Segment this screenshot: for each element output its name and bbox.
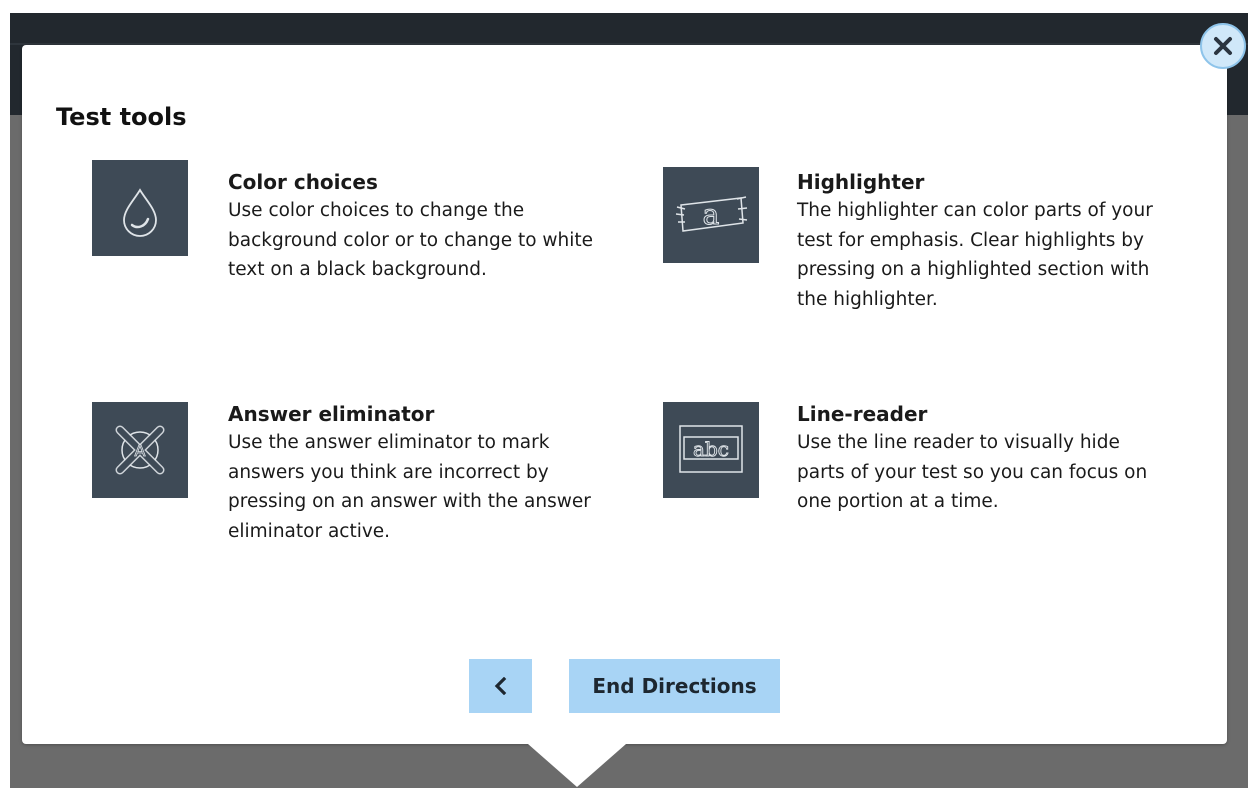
chevron-left-icon bbox=[494, 677, 506, 695]
end-directions-button[interactable]: End Directions bbox=[569, 659, 780, 713]
test-tools-dialog bbox=[22, 45, 1227, 744]
tool-description: Use the line reader to visually hide par… bbox=[797, 432, 1148, 512]
tool-line-reader: Line-reader Use the line reader to visua… bbox=[797, 400, 1167, 517]
highlighter-icon: a bbox=[663, 167, 759, 263]
tool-color-choices: Color choices Use color choices to chang… bbox=[228, 168, 598, 285]
tool-description: Use the answer eliminator to mark answer… bbox=[228, 432, 591, 542]
tool-name: Highlighter bbox=[797, 170, 925, 194]
answer-eliminator-icon: A bbox=[92, 402, 188, 498]
svg-text:abc: abc bbox=[693, 437, 729, 461]
back-button[interactable] bbox=[469, 659, 532, 713]
dialog-title: Test tools bbox=[56, 103, 187, 131]
droplet-icon bbox=[92, 160, 188, 256]
tool-name: Line-reader bbox=[797, 402, 928, 426]
dialog-pointer bbox=[528, 744, 626, 787]
tool-name: Answer eliminator bbox=[228, 402, 435, 426]
tool-description: The highlighter can color parts of your … bbox=[797, 200, 1153, 310]
close-icon bbox=[1214, 37, 1232, 55]
tool-answer-eliminator: Answer eliminator Use the answer elimina… bbox=[228, 400, 598, 546]
svg-text:a: a bbox=[703, 198, 720, 231]
tool-description: Use color choices to change the backgrou… bbox=[228, 200, 594, 280]
tool-highlighter: Highlighter The highlighter can color pa… bbox=[797, 168, 1167, 314]
tool-name: Color choices bbox=[228, 170, 378, 194]
svg-text:A: A bbox=[135, 441, 146, 460]
line-reader-icon: abc bbox=[663, 402, 759, 498]
close-button[interactable] bbox=[1200, 23, 1246, 69]
